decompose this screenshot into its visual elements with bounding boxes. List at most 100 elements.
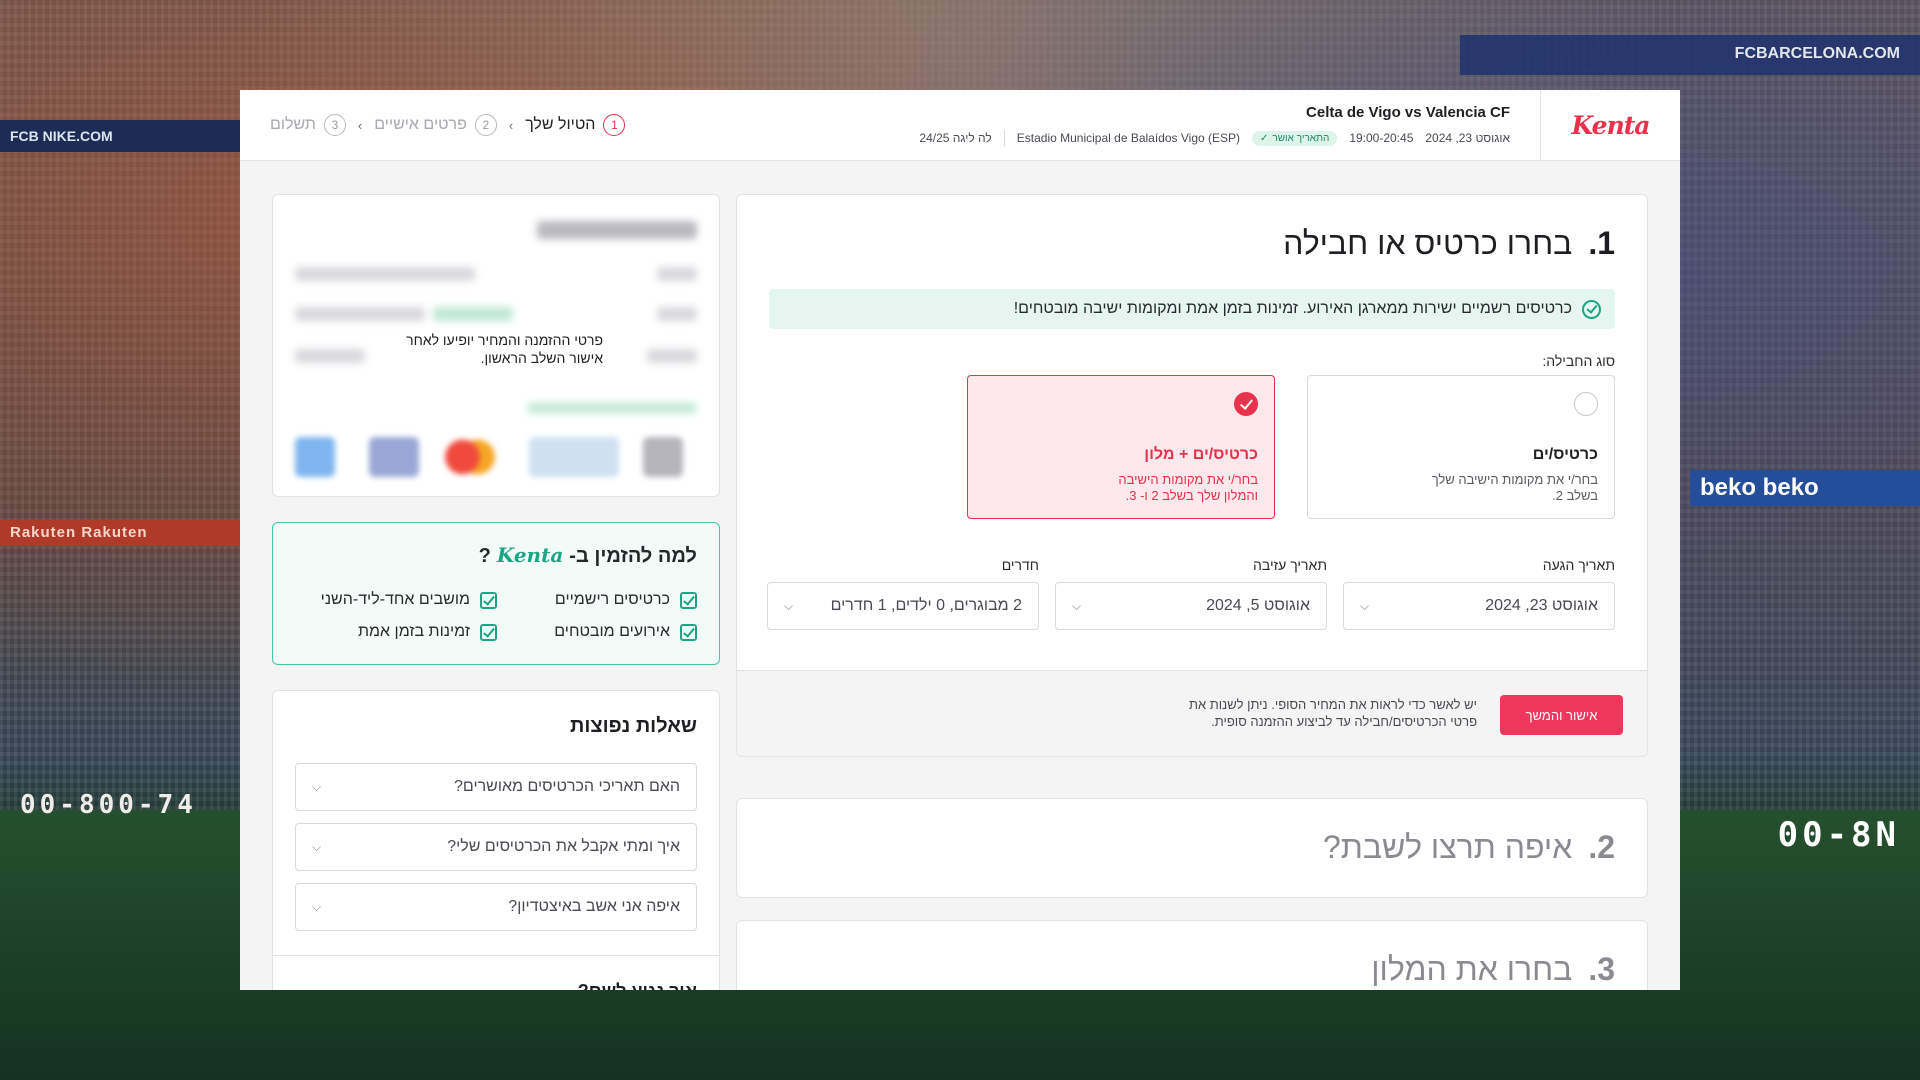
why-kenta-list: כרטיסים רישמיים מושבים אחד-ליד-השני אירו… bbox=[297, 591, 697, 641]
step2-title: 2. איפה תרצו לשבת? bbox=[1323, 829, 1615, 866]
step-label: תשלום bbox=[270, 116, 316, 133]
faq-question: איך ומתי אקבל את הכרטיסים שלי? bbox=[447, 838, 680, 855]
notice-text: כרטיסים רשמיים ישירות ממארגן האירוע. זמי… bbox=[1013, 300, 1572, 317]
blurred-line bbox=[295, 307, 425, 321]
package-description: בחר/י את מקומות הישיבה שלך בשלב 2. bbox=[1431, 472, 1598, 504]
chevron-left-icon: ‹ bbox=[357, 117, 363, 133]
why-item-label: אירועים מובטחים bbox=[554, 623, 670, 640]
chevron-down-icon: ⌵ bbox=[312, 779, 322, 794]
faq-item[interactable]: איפה אני אשב באיצטדיון? ⌵ bbox=[295, 883, 697, 931]
payment-logo-icon bbox=[643, 437, 683, 477]
background-phone: 00-8N bbox=[1777, 815, 1900, 855]
package-description: בחר/י את מקומות הישיבה והמלון שלך בשלב 2… bbox=[1118, 472, 1258, 504]
chevron-down-icon: ⌵ bbox=[1360, 598, 1370, 613]
booking-window: Kenta Celta de Vigo vs Valencia CF לה לי… bbox=[240, 90, 1680, 990]
background-ad: beko beko bbox=[1690, 470, 1920, 506]
chevron-down-icon: ⌵ bbox=[312, 839, 322, 854]
checkbox-icon bbox=[680, 623, 697, 641]
blurred-line bbox=[647, 349, 697, 363]
check-icon: ✓ bbox=[1260, 132, 1269, 144]
header: Kenta Celta de Vigo vs Valencia CF לה לי… bbox=[240, 90, 1680, 161]
step-label: הטיול שלך bbox=[525, 116, 596, 133]
payment-logo-icon bbox=[529, 437, 619, 477]
step1-heading: בחרו כרטיס או חבילה bbox=[1283, 225, 1573, 261]
background-banner: FCBARCELONA.COM bbox=[1460, 35, 1920, 75]
chevron-down-icon: ⌵ bbox=[1072, 598, 1082, 613]
step-label: פרטים אישיים bbox=[374, 116, 467, 133]
event-venue: Estadio Municipal de Balaídos Vigo (ESP) bbox=[1016, 131, 1241, 145]
background-phone: 00-800-74 bbox=[20, 790, 197, 820]
why-item: מושבים אחד-ליד-השני bbox=[297, 591, 497, 609]
step2-number: 2. bbox=[1588, 829, 1615, 865]
departure-date-select[interactable]: אוגוסט 5, 2024 ⌵ bbox=[1055, 582, 1327, 630]
why-item: זמינות בזמן אמת bbox=[297, 623, 497, 641]
blurred-line bbox=[657, 307, 697, 321]
confirm-note: יש לאשר כדי לראות את המחיר הסופי. ניתן ל… bbox=[1189, 697, 1477, 729]
departure-date-label: תאריך עזיבה bbox=[1253, 557, 1327, 573]
why-item: כרטיסים רישמיים bbox=[497, 591, 697, 609]
order-summary-card: פרטי ההזמנה והמחיר יופיעו לאחר אישור השל… bbox=[272, 194, 720, 497]
summary-placeholder-note: פרטי ההזמנה והמחיר יופיעו לאחר אישור השל… bbox=[406, 332, 603, 367]
radio-button-checked[interactable] bbox=[1234, 392, 1258, 416]
event-time: 19:00-20:45 bbox=[1349, 131, 1414, 145]
chevron-down-icon: ⌵ bbox=[784, 598, 794, 613]
blurred-line bbox=[657, 267, 697, 281]
event-meta: לה ליגה 24/25 Estadio Municipal de Balaí… bbox=[919, 130, 1510, 146]
step2-card[interactable]: 2. איפה תרצו לשבת? bbox=[736, 798, 1648, 898]
why-item-label: זמינות בזמן אמת bbox=[358, 623, 470, 640]
chevron-down-icon: ⌵ bbox=[312, 899, 322, 914]
arrival-date-select[interactable]: אוגוסט 23, 2024 ⌵ bbox=[1343, 582, 1615, 630]
confirm-continue-button[interactable]: אישור והמשך bbox=[1500, 695, 1623, 735]
blurred-line bbox=[295, 349, 365, 363]
visa-logo-icon bbox=[369, 437, 419, 477]
logo-box[interactable]: Kenta bbox=[1540, 90, 1680, 161]
step3-title: 3. בחרו את המלון bbox=[1371, 951, 1615, 988]
checkbox-icon bbox=[680, 591, 697, 609]
step-number: 2 bbox=[474, 114, 497, 136]
background-ad: Rakuten Rakuten bbox=[0, 520, 240, 546]
checkbox-icon bbox=[480, 591, 497, 609]
why-kenta-title: למה להזמין ב- Kenta ? bbox=[479, 543, 697, 568]
faq-question: האם תאריכי הכרטיסים מאושרים? bbox=[454, 778, 680, 795]
step3-number: 3. bbox=[1588, 951, 1615, 987]
rooms-select[interactable]: 2 מבוגרים, 0 ילדים, 1 חדרים ⌵ bbox=[767, 582, 1039, 630]
step-number: 3 bbox=[323, 114, 346, 136]
meta-divider bbox=[1003, 130, 1005, 146]
faq-item[interactable]: איך ומתי אקבל את הכרטיסים שלי? ⌵ bbox=[295, 823, 697, 871]
why-title-brand: Kenta bbox=[496, 543, 564, 567]
checkout-steps: תשלום 3 ‹ פרטים אישיים 2 ‹ הטיול שלך 1 bbox=[270, 114, 626, 136]
why-item-label: כרטיסים רישמיים bbox=[554, 591, 670, 608]
step-number: 1 bbox=[603, 114, 626, 136]
kenta-logo[interactable]: Kenta bbox=[1571, 111, 1650, 140]
faq-item[interactable]: האם תאריכי הכרטיסים מאושרים? ⌵ bbox=[295, 763, 697, 811]
radio-button[interactable] bbox=[1574, 392, 1598, 416]
blurred-badge bbox=[433, 307, 513, 321]
package-name: כרטיס/ים bbox=[1532, 446, 1598, 463]
step1-title: 1. בחרו כרטיס או חבילה bbox=[1283, 225, 1615, 262]
step-payment[interactable]: תשלום 3 bbox=[270, 114, 346, 136]
event-date: אוגוסט 23, 2024 bbox=[1425, 131, 1510, 145]
date-confirmed-badge: ✓ התאריך אושר bbox=[1252, 130, 1338, 146]
departure-date-value: אוגוסט 5, 2024 bbox=[1206, 597, 1310, 614]
blurred-line bbox=[295, 267, 475, 281]
why-title-suffix: ? bbox=[478, 545, 491, 567]
step3-heading: בחרו את המלון bbox=[1371, 951, 1573, 987]
mastercard-logo-icon bbox=[445, 437, 495, 477]
why-title-prefix: למה להזמין ב- bbox=[569, 545, 697, 567]
faq-title: שאלות נפוצות bbox=[570, 715, 697, 737]
rooms-label: חדרים bbox=[1001, 557, 1039, 573]
step-personal-details[interactable]: פרטים אישיים 2 bbox=[374, 114, 497, 136]
rooms-value: 2 מבוגרים, 0 ילדים, 1 חדרים bbox=[830, 597, 1022, 614]
confirm-bar: אישור והמשך יש לאשר כדי לראות את המחיר ה… bbox=[737, 670, 1647, 756]
package-type-label: סוג החבילה: bbox=[1542, 353, 1615, 369]
step2-heading: איפה תרצו לשבת? bbox=[1322, 829, 1573, 865]
step1-card: 1. בחרו כרטיס או חבילה כרטיסים רשמיים יש… bbox=[736, 194, 1648, 757]
step-your-trip[interactable]: הטיול שלך 1 bbox=[525, 114, 626, 136]
official-tickets-notice: כרטיסים רשמיים ישירות ממארגן האירוע. זמי… bbox=[769, 289, 1615, 329]
event-title: Celta de Vigo vs Valencia CF bbox=[1306, 104, 1510, 121]
package-option-tickets-hotel[interactable]: כרטיס/ים + מלון בחר/י את מקומות הישיבה ו… bbox=[967, 375, 1275, 519]
why-item: אירועים מובטחים bbox=[497, 623, 697, 641]
package-option-tickets[interactable]: כרטיס/ים בחר/י את מקומות הישיבה שלך בשלב… bbox=[1307, 375, 1615, 519]
arrival-date-label: תאריך הגעה bbox=[1542, 557, 1615, 573]
step3-card[interactable]: 3. בחרו את המלון bbox=[736, 920, 1648, 990]
